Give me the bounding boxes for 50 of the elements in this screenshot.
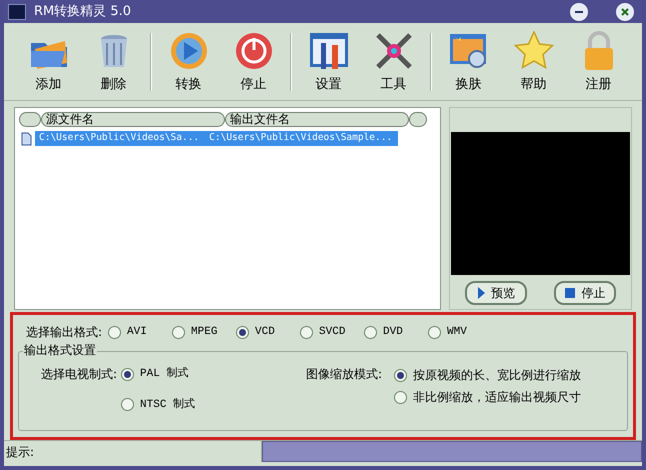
radio-button[interactable] (364, 326, 378, 338)
column-header[interactable]: 源文件名 (41, 112, 225, 127)
format-option[interactable]: DVD (364, 324, 428, 340)
window-title: RM转换精灵 5.0 (34, 2, 132, 21)
tv-system-label: 选择电视制式: (41, 366, 118, 383)
table-cell-text: C:\Users\Public\Videos\Sample... (209, 131, 392, 146)
scale-mode-label: 图像缩放模式: (306, 366, 382, 383)
table-cell-text: C:\Users\Public\Videos\Sa... (39, 131, 200, 146)
toolbar-button[interactable]: 添加 (16, 26, 81, 98)
scale-mode-option[interactable]: 非比例缩放，适应输出视频尺寸 (394, 388, 582, 406)
column-header (409, 112, 427, 127)
format-option[interactable]: AVI (108, 324, 172, 340)
radio-button[interactable] (236, 326, 250, 338)
preview-button[interactable]: 停止 (554, 281, 616, 305)
close-button[interactable] (616, 2, 634, 20)
format-option[interactable]: VCD (236, 324, 300, 340)
format-option[interactable]: MPEG (172, 324, 236, 340)
play-icon (476, 287, 485, 299)
format-label: 选择输出格式: (26, 324, 102, 341)
stop-icon (565, 288, 576, 298)
toolbar-button[interactable]: 帮助 (501, 26, 566, 98)
format-option[interactable]: WMV (428, 324, 492, 340)
format-option[interactable]: SVCD (300, 324, 364, 340)
column-header[interactable]: 输出文件名 (225, 112, 409, 127)
close-icon (621, 8, 629, 16)
film-file-icon (19, 132, 33, 146)
tv-system-option[interactable]: NTSC 制式 (121, 396, 196, 413)
toolbar-button[interactable]: 注册 (566, 26, 631, 98)
preview-button[interactable]: 预览 (464, 281, 527, 305)
radio-button[interactable] (428, 326, 442, 338)
column-header (19, 112, 41, 127)
toolbar-button[interactable]: 删除 (81, 26, 146, 98)
toolbar-button[interactable]: 停止 (221, 26, 286, 98)
toolbar-button[interactable]: 工具 (361, 26, 426, 98)
hint-label: 提示: (6, 444, 34, 460)
app-logo-icon (8, 4, 26, 20)
radio-button[interactable] (394, 390, 408, 404)
scale-mode-option[interactable]: 按原视频的长、宽比例进行缩放 (394, 366, 582, 384)
radio-button[interactable] (108, 326, 122, 338)
minimize-button[interactable] (570, 2, 588, 20)
toolbar-button[interactable]: 设置 (296, 26, 361, 98)
radio-button[interactable] (121, 398, 134, 412)
group-title: 输出格式设置 (23, 343, 97, 357)
radio-button[interactable] (394, 368, 408, 382)
tv-system-option[interactable]: PAL 制式 (121, 366, 196, 382)
toolbar-button[interactable]: 转换 (156, 26, 221, 98)
radio-button[interactable] (300, 326, 314, 338)
toolbar-button[interactable]: 换肤 (436, 26, 501, 98)
radio-button[interactable] (121, 368, 134, 381)
radio-button[interactable] (172, 326, 186, 338)
